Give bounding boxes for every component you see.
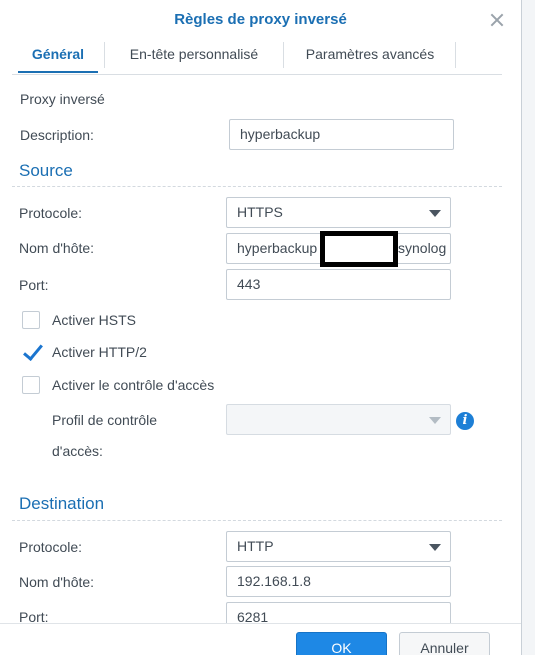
tab-general[interactable]: Général bbox=[18, 36, 98, 73]
source-hostname-prefix: hyperbackup bbox=[237, 240, 318, 256]
tab-divider bbox=[283, 42, 284, 68]
cancel-button[interactable]: Annuler bbox=[399, 632, 490, 655]
source-protocol-label: Protocole: bbox=[19, 205, 83, 221]
source-port-label: Port: bbox=[19, 277, 49, 293]
chevron-down-icon bbox=[429, 544, 441, 551]
reverse-proxy-heading: Proxy inversé bbox=[20, 91, 105, 107]
section-divider bbox=[12, 186, 502, 187]
source-port-input[interactable]: 443 bbox=[226, 269, 451, 300]
dialog-footer: OK Annuler bbox=[0, 623, 521, 655]
chevron-down-icon bbox=[429, 210, 441, 217]
access-profile-select[interactable] bbox=[226, 404, 451, 435]
info-icon[interactable]: i bbox=[456, 412, 474, 430]
destination-section-title: Destination bbox=[19, 494, 105, 513]
http2-label: Activer HTTP/2 bbox=[52, 344, 147, 360]
http2-checkbox[interactable] bbox=[22, 340, 43, 362]
tab-bar: Général En-tête personnalisé Paramètres … bbox=[12, 36, 502, 75]
source-protocol-value: HTTPS bbox=[237, 204, 283, 220]
redaction-fill bbox=[325, 236, 393, 262]
reverse-proxy-dialog: Règles de proxy inversé Général En-tête … bbox=[0, 0, 522, 655]
destination-protocol-value: HTTP bbox=[237, 538, 274, 554]
access-profile-label-line2: d'accès: bbox=[52, 443, 103, 459]
destination-hostname-input[interactable]: 192.168.1.8 bbox=[226, 566, 451, 597]
destination-hostname-label: Nom d'hôte: bbox=[19, 574, 95, 590]
access-control-checkbox[interactable] bbox=[22, 376, 40, 394]
section-divider bbox=[12, 520, 502, 521]
tab-divider bbox=[104, 42, 105, 68]
tab-advanced-settings[interactable]: Paramètres avancés bbox=[290, 36, 450, 73]
description-label: Description: bbox=[20, 127, 94, 143]
checkmark-icon bbox=[23, 340, 43, 361]
destination-protocol-label: Protocole: bbox=[19, 539, 83, 555]
background-window-edge bbox=[520, 0, 535, 655]
hsts-label: Activer HSTS bbox=[52, 312, 137, 328]
close-icon[interactable] bbox=[489, 12, 505, 28]
source-section-title: Source bbox=[19, 161, 73, 180]
chevron-down-icon bbox=[429, 417, 441, 424]
access-control-label: Activer le contrôle d'accès bbox=[52, 377, 215, 393]
dialog-title: Règles de proxy inversé bbox=[174, 11, 347, 28]
access-profile-label-line1: Profil de contrôle bbox=[52, 412, 158, 428]
ok-button[interactable]: OK bbox=[296, 632, 387, 655]
source-hostname-label: Nom d'hôte: bbox=[19, 240, 95, 256]
source-hostname-suffix: synolog bbox=[398, 240, 447, 256]
tab-custom-header[interactable]: En-tête personnalisé bbox=[108, 36, 280, 73]
destination-protocol-select[interactable]: HTTP bbox=[226, 531, 451, 562]
redaction-box bbox=[320, 231, 398, 267]
hsts-checkbox[interactable] bbox=[22, 311, 40, 329]
description-input[interactable]: hyperbackup bbox=[229, 119, 454, 150]
dialog-title-bar: Règles de proxy inversé bbox=[0, 0, 521, 40]
tab-divider bbox=[455, 42, 456, 68]
source-protocol-select[interactable]: HTTPS bbox=[226, 197, 451, 228]
